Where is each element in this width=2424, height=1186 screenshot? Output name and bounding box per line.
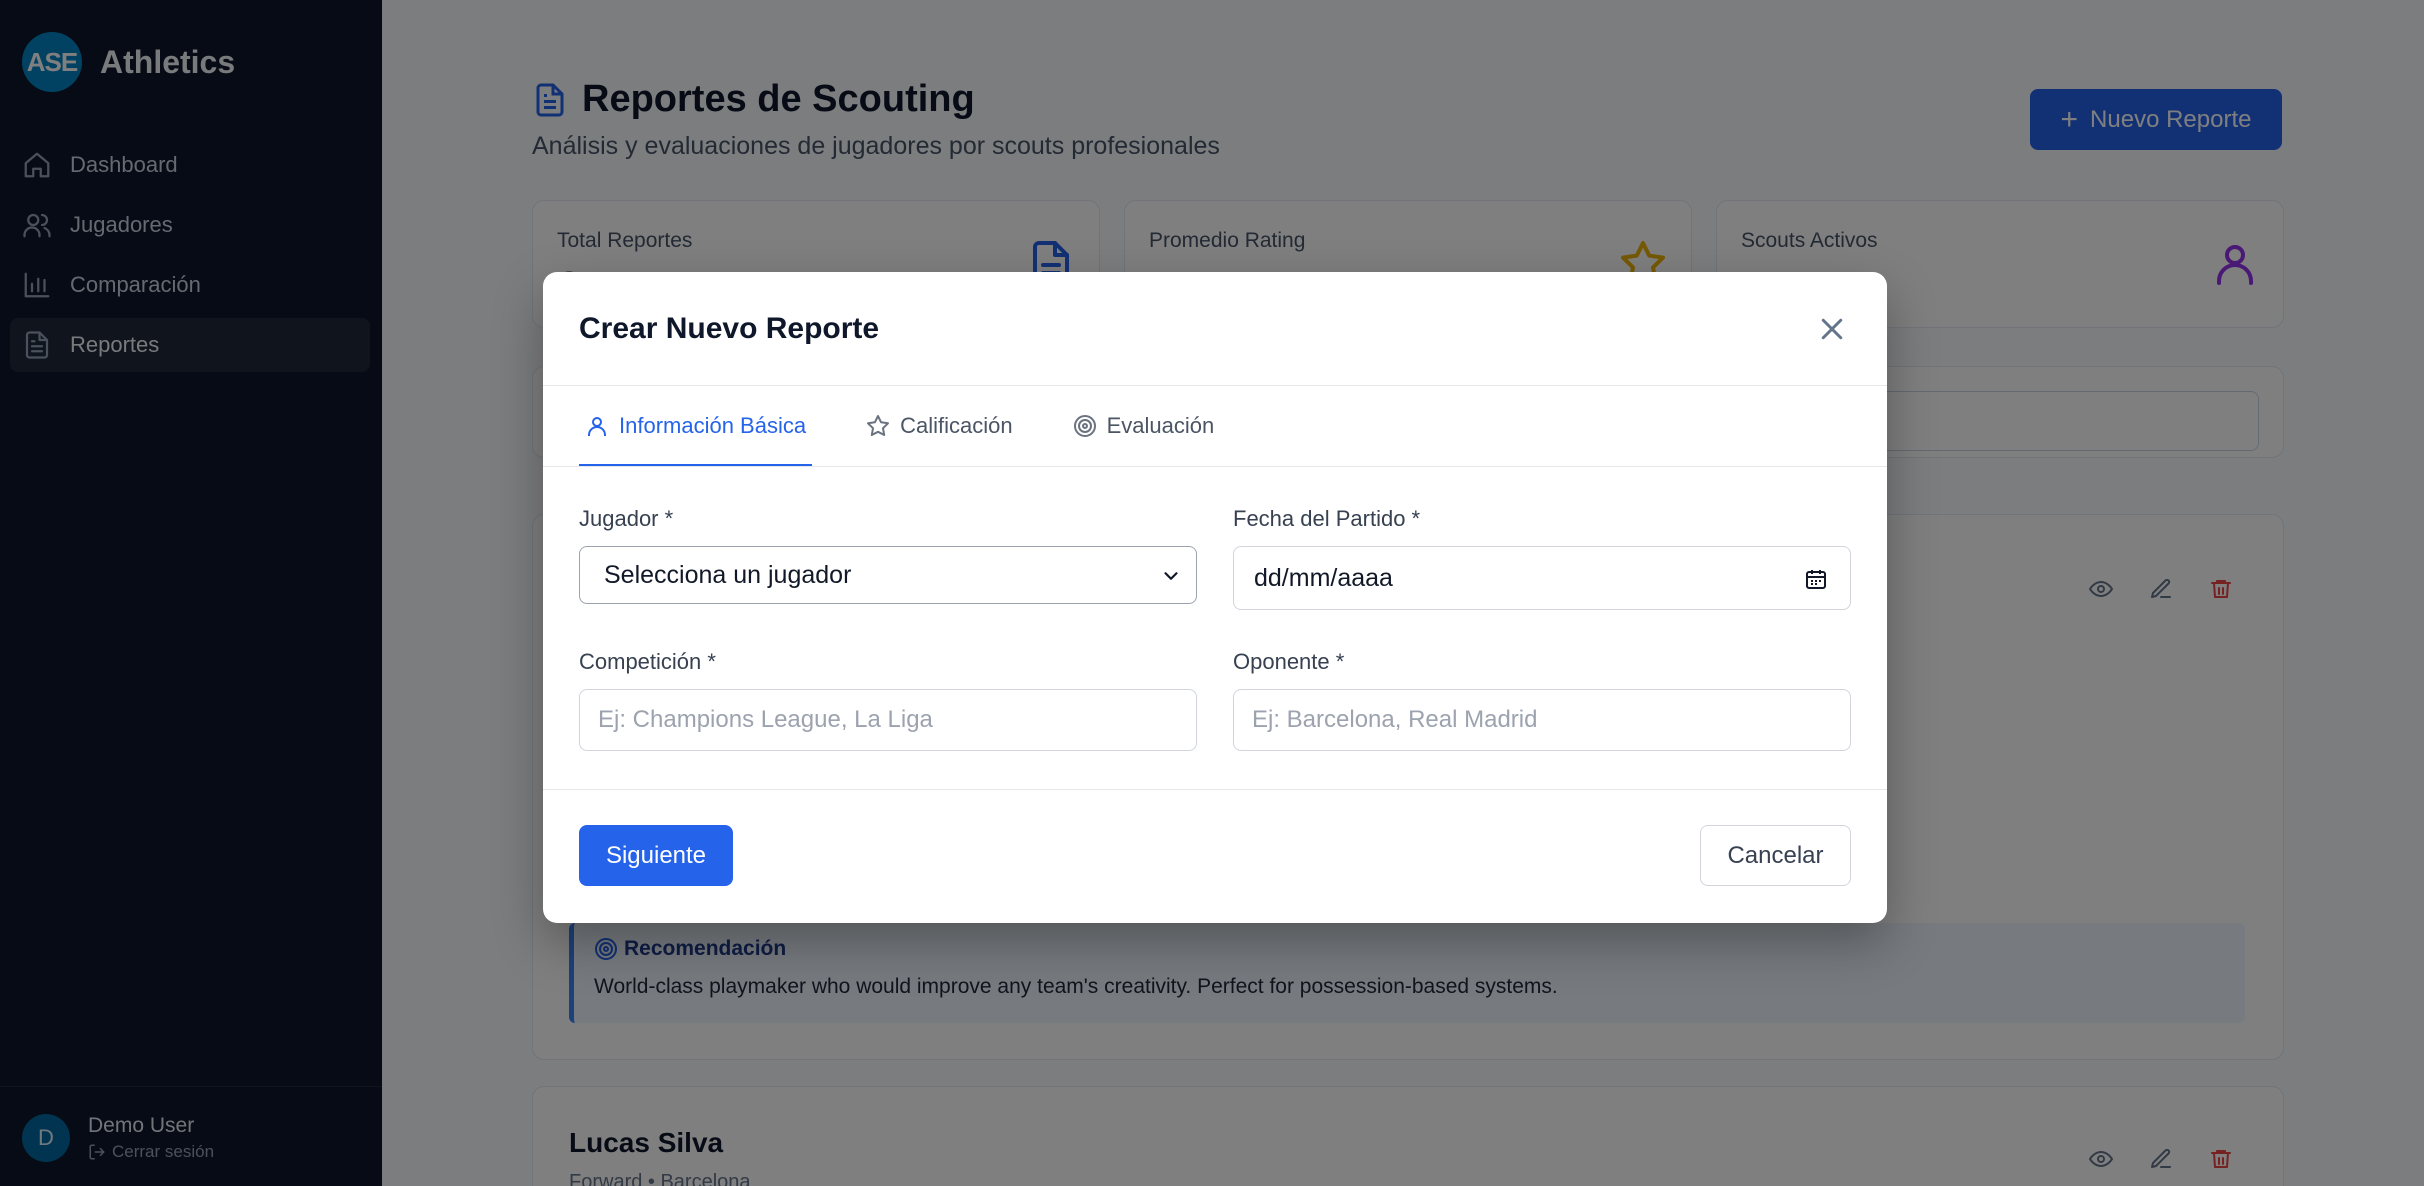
next-button[interactable]: Siguiente [579,825,733,886]
close-button[interactable] [1817,314,1847,344]
tab-calificacion[interactable]: Calificación [860,386,1019,466]
target-icon [1073,415,1096,437]
star-icon [867,415,890,436]
match-date-label: Fecha del Partido * [1233,506,1421,531]
tab-label: Calificación [900,413,1013,438]
opponent-label: Oponente * [1233,649,1345,674]
competition-input[interactable] [579,689,1197,751]
match-date-field[interactable]: dd/mm/aaaa [1233,546,1851,610]
tab-label: Evaluación [1106,413,1215,438]
chevron-down-icon [1164,572,1178,580]
competition-label: Competición * [579,649,716,674]
close-icon [1821,318,1843,340]
tab-evaluacion[interactable]: Evaluación [1067,386,1221,466]
calendar-icon[interactable] [1804,567,1828,591]
player-select[interactable]: Selecciona un jugador [579,546,1197,604]
player-label: Jugador * [579,506,674,531]
player-select-value: Selecciona un jugador [604,560,852,589]
cancel-button[interactable]: Cancelar [1700,825,1851,886]
divider [543,789,1887,790]
match-date-value: dd/mm/aaaa [1254,563,1393,592]
user-icon [588,417,606,436]
create-report-modal: Crear Nuevo Reporte Información Básica C… [543,272,1887,923]
tab-informacion-basica[interactable]: Información Básica [579,386,813,467]
modal-title: Crear Nuevo Reporte [579,312,880,345]
divider [543,466,1887,467]
tab-label: Información Básica [619,413,807,438]
modal-tabs: Información Básica Calificación Evaluaci… [579,386,1268,467]
opponent-input[interactable] [1233,689,1851,751]
